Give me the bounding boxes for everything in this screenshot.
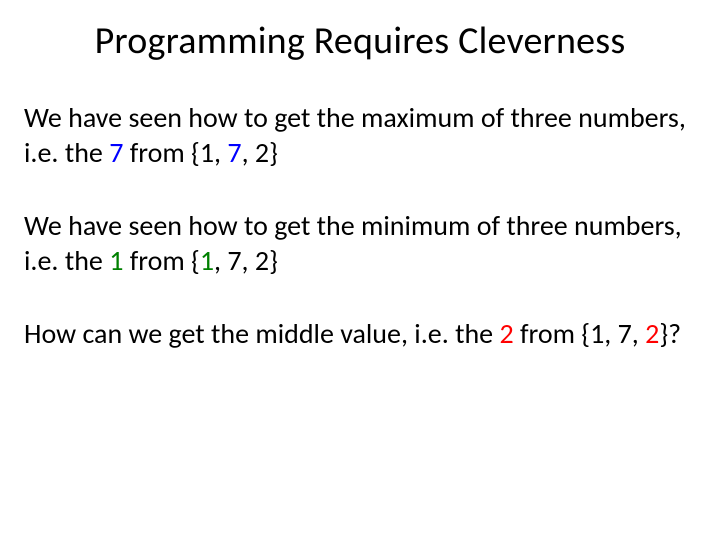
mid-highlight: 2: [499, 316, 513, 351]
max-highlight: 7: [109, 135, 123, 170]
min-highlight: 1: [109, 243, 123, 278]
slide-title: Programming Requires Cleverness: [24, 18, 696, 64]
text: from {1, 7,: [514, 316, 645, 351]
text: }?: [659, 316, 681, 351]
max-highlight: 7: [227, 135, 241, 170]
min-highlight: 1: [200, 243, 214, 278]
text: How can we get the middle value, i.e. th…: [24, 316, 499, 351]
text: , 2}: [242, 135, 278, 170]
text: from {: [123, 243, 199, 278]
paragraph-mid: How can we get the middle value, i.e. th…: [24, 316, 696, 351]
paragraph-min: We have seen how to get the minimum of t…: [24, 208, 696, 278]
paragraph-max: We have seen how to get the maximum of t…: [24, 100, 696, 170]
slide: Programming Requires Cleverness We have …: [0, 0, 720, 540]
mid-highlight: 2: [645, 316, 659, 351]
text: from {1,: [123, 135, 227, 170]
text: , 7, 2}: [214, 243, 278, 278]
